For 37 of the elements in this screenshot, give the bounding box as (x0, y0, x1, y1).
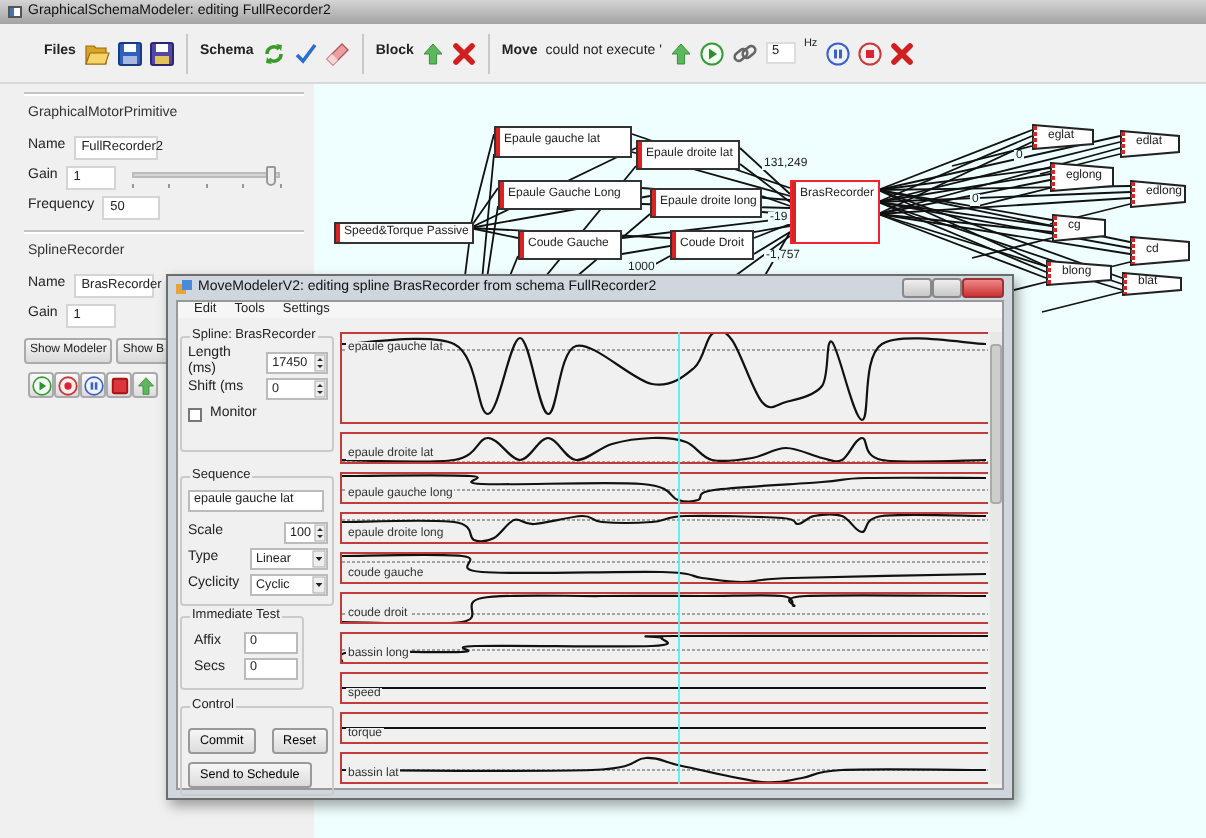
save-as-icon[interactable] (149, 41, 174, 65)
minimize-button[interactable] (902, 278, 932, 298)
save-icon[interactable] (117, 41, 142, 65)
scrollbar-thumb[interactable] (990, 343, 1003, 504)
app-icon (8, 6, 22, 18)
spinner-arrows-icon[interactable] (314, 353, 326, 372)
up-arrow-icon[interactable] (421, 41, 444, 65)
delete-icon[interactable] (889, 41, 914, 65)
spinner-arrows-icon[interactable] (314, 523, 326, 542)
check-icon[interactable] (293, 41, 318, 65)
play-icon (31, 375, 51, 395)
record-button[interactable] (54, 372, 80, 398)
up-arrow-icon (135, 375, 155, 395)
eraser-icon[interactable] (325, 41, 350, 65)
stop-icon (109, 375, 129, 395)
up-button[interactable] (132, 372, 158, 398)
pause-button[interactable] (80, 372, 106, 398)
pause-icon[interactable] (825, 41, 850, 65)
record-icon (57, 375, 77, 395)
folder-icon[interactable] (83, 41, 110, 65)
scrollbar[interactable] (990, 331, 1002, 784)
play-button[interactable] (28, 372, 54, 398)
stop-icon[interactable] (857, 41, 882, 65)
refresh-icon[interactable] (261, 41, 286, 65)
close-button[interactable] (962, 278, 1004, 298)
slider[interactable] (131, 165, 280, 189)
link-icon[interactable] (731, 41, 758, 65)
app-icon (176, 280, 192, 296)
spinner-arrows-icon[interactable] (314, 379, 326, 398)
delete-icon[interactable] (451, 41, 476, 65)
slider-thumb[interactable] (266, 165, 277, 185)
pause-icon (83, 375, 103, 395)
maximize-button[interactable] (932, 278, 962, 298)
stop-button[interactable] (106, 372, 132, 398)
up-arrow-icon[interactable] (669, 41, 692, 65)
play-icon[interactable] (699, 41, 724, 65)
checkbox[interactable] (188, 407, 202, 422)
